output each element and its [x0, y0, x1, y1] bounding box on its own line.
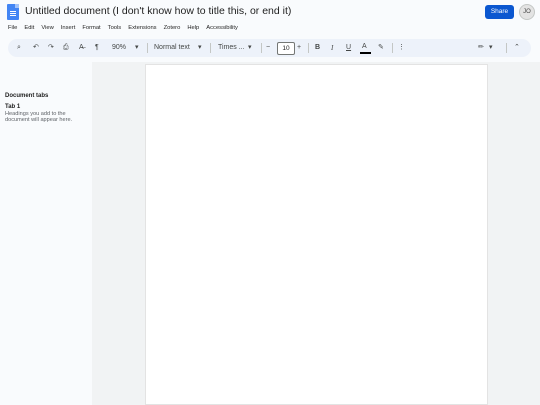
- document-page[interactable]: [145, 64, 488, 405]
- avatar[interactable]: JO: [519, 4, 535, 20]
- document-title[interactable]: Untitled document (I don't know how to t…: [25, 5, 291, 17]
- paint-format-icon[interactable]: ¶: [95, 42, 99, 54]
- divider: [261, 43, 262, 53]
- redo-icon[interactable]: ↷: [48, 42, 54, 54]
- more-options-icon[interactable]: ⋮: [398, 42, 405, 54]
- spellcheck-icon[interactable]: A̶: [79, 42, 84, 54]
- menu-format[interactable]: Format: [82, 25, 100, 34]
- divider: [308, 43, 309, 53]
- decrease-font-size-button[interactable]: −: [266, 42, 270, 54]
- chevron-down-icon[interactable]: ▾: [198, 42, 202, 54]
- chevron-down-icon[interactable]: ▾: [135, 42, 139, 54]
- bold-button[interactable]: B: [315, 42, 320, 54]
- menu-bar: File Edit View Insert Format Tools Exten…: [8, 25, 238, 34]
- divider: [506, 43, 507, 53]
- underline-button[interactable]: U: [346, 42, 351, 54]
- search-icon[interactable]: ⌕: [17, 42, 21, 54]
- font-size-input[interactable]: 10: [277, 42, 295, 55]
- print-icon[interactable]: ⎙: [63, 42, 69, 54]
- zoom-select[interactable]: 90%: [112, 42, 126, 54]
- undo-icon[interactable]: ↶: [33, 42, 39, 54]
- text-color-swatch: [360, 52, 371, 54]
- outline-hint: Headings you add to the document will ap…: [5, 111, 73, 124]
- menu-insert[interactable]: Insert: [61, 25, 76, 34]
- menu-extensions[interactable]: Extensions: [128, 25, 156, 34]
- menu-help[interactable]: Help: [187, 25, 199, 34]
- divider: [392, 43, 393, 53]
- editing-mode-icon[interactable]: ✏: [478, 42, 484, 54]
- chevron-down-icon[interactable]: ▾: [248, 42, 252, 54]
- title-bar: Untitled document (I don't know how to t…: [0, 0, 540, 22]
- menu-tools[interactable]: Tools: [108, 25, 122, 34]
- menu-accessibility[interactable]: Accessibility: [206, 25, 238, 34]
- font-select[interactable]: Times ...: [218, 42, 245, 54]
- divider: [210, 43, 211, 53]
- chevron-down-icon[interactable]: ▾: [489, 42, 493, 54]
- highlight-icon[interactable]: ✎: [378, 42, 384, 54]
- tab-1[interactable]: Tab 1: [5, 104, 20, 110]
- divider: [147, 43, 148, 53]
- italic-button[interactable]: I: [331, 42, 333, 54]
- increase-font-size-button[interactable]: +: [297, 42, 301, 54]
- scrollbar[interactable]: [535, 62, 540, 405]
- menu-view[interactable]: View: [41, 25, 53, 34]
- docs-logo-icon[interactable]: [7, 4, 19, 20]
- style-select[interactable]: Normal text: [154, 42, 190, 54]
- collapse-toolbar-icon[interactable]: ⌃: [514, 42, 520, 54]
- menu-edit[interactable]: Edit: [24, 25, 34, 34]
- outline-heading: Document tabs: [5, 93, 49, 99]
- menu-zotero[interactable]: Zotero: [164, 25, 181, 34]
- share-button[interactable]: Share: [485, 5, 514, 19]
- menu-file[interactable]: File: [8, 25, 17, 34]
